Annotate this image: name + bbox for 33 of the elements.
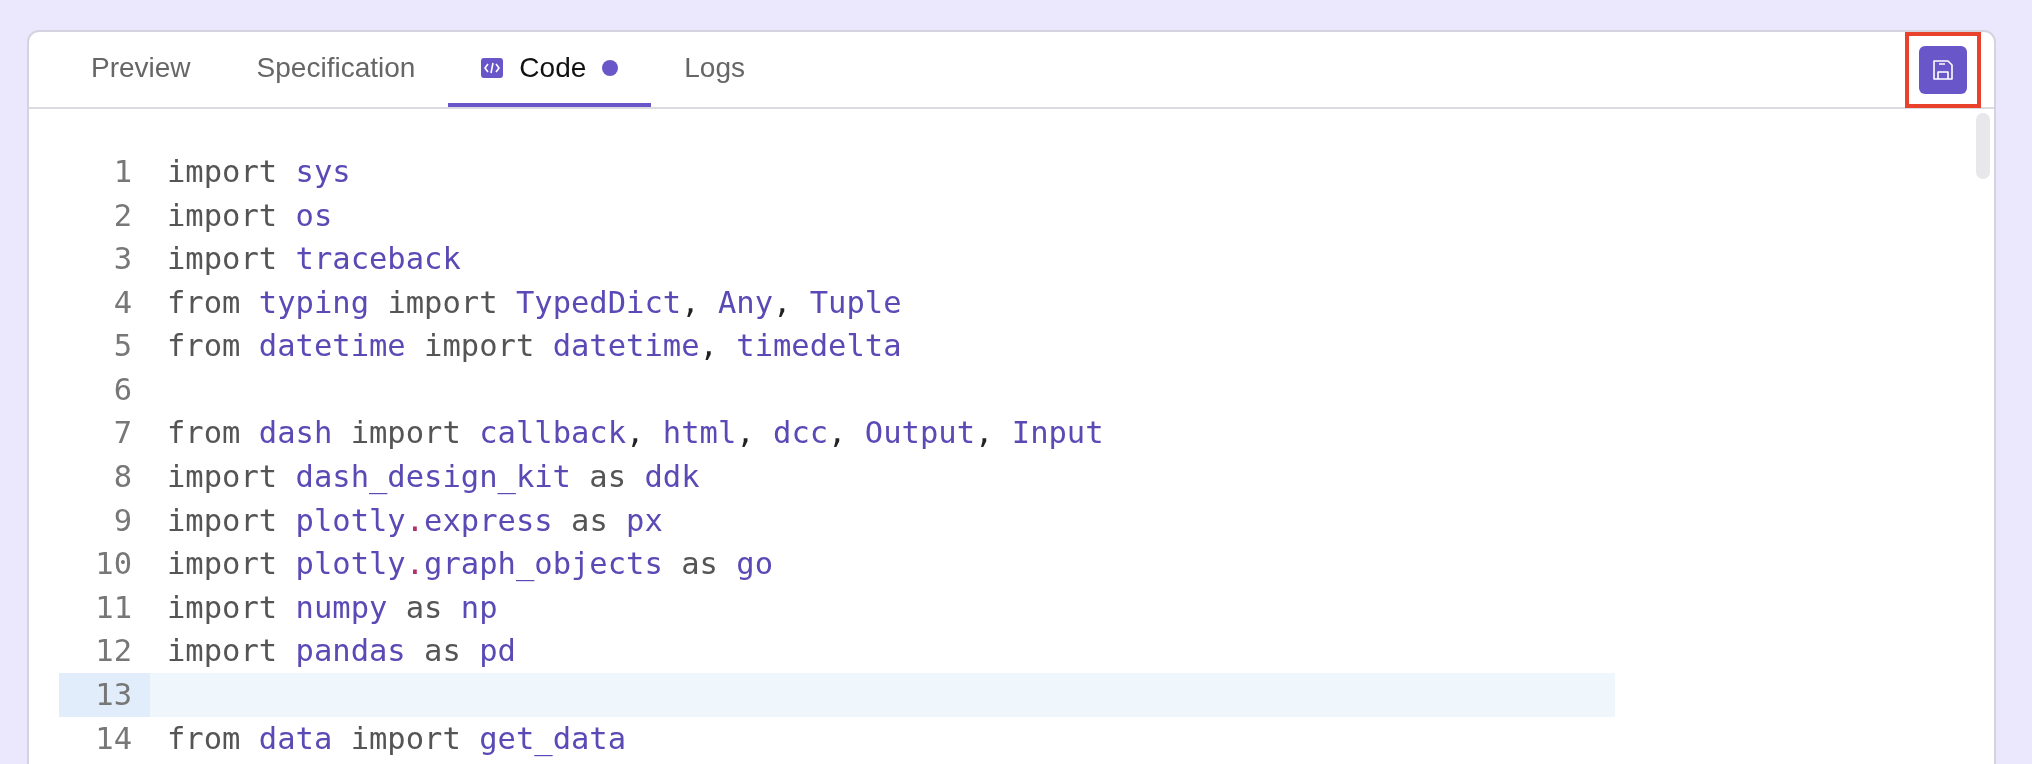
- code-line: import dash_design_kit as ddk: [167, 458, 700, 497]
- tab[interactable]: Logs: [651, 32, 778, 107]
- code-line: from datetime import datetime, timedelta: [167, 327, 902, 366]
- code-icon: [481, 57, 504, 78]
- code-line: from data import get_data: [167, 719, 627, 759]
- code-line: import sys: [167, 152, 351, 191]
- scrollbar-thumb[interactable]: [1976, 113, 1990, 179]
- line-number: 3: [112, 240, 133, 279]
- line-number: 2: [112, 196, 133, 235]
- line-number: 7: [112, 414, 133, 453]
- code-line: import pandas as pd: [167, 632, 516, 671]
- line-number: 14: [94, 719, 133, 758]
- line-number: 12: [94, 632, 133, 671]
- tab[interactable]: Preview: [58, 32, 224, 107]
- line-number: 9: [112, 501, 133, 540]
- tab[interactable]: Specification: [223, 32, 449, 107]
- tab[interactable]: Code: [448, 32, 652, 107]
- line-number: 5: [112, 327, 133, 366]
- code-line: from typing import TypedDict, Any, Tuple: [167, 283, 902, 322]
- line-number: 13: [59, 673, 150, 717]
- code-line: import os: [167, 196, 333, 235]
- line-number: 4: [112, 283, 133, 322]
- line-number: 6: [112, 370, 133, 409]
- code-line: import plotly.graph_objects as go: [167, 545, 773, 584]
- save-button[interactable]: [1919, 45, 1967, 94]
- line-number: 8: [112, 458, 133, 497]
- code-line: import traceback: [167, 240, 461, 279]
- code-line: from dash import callback, html, dcc, Output, Input: [167, 414, 1104, 453]
- line-number: 10: [94, 545, 133, 584]
- line-number: 1: [112, 152, 133, 191]
- line-number: 11: [94, 588, 133, 627]
- code-line: import numpy as np: [167, 588, 498, 627]
- code-line: import plotly.express as px: [167, 501, 663, 540]
